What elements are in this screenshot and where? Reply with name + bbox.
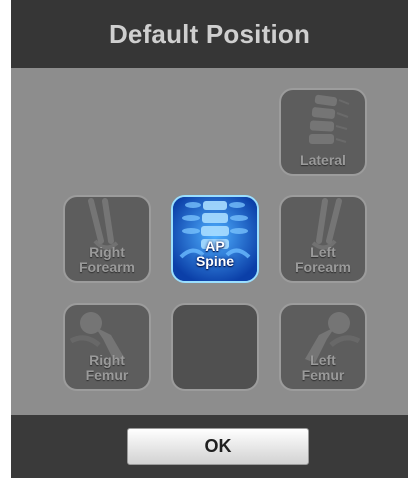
position-grid: Lateral Right Forearm AP Spine Left Fore…: [11, 68, 408, 415]
tile-label: AP Spine: [195, 238, 235, 269]
title-bar: Default Position: [11, 0, 408, 68]
tile-label: Right Forearm: [78, 244, 136, 275]
dialog-title: Default Position: [108, 18, 311, 49]
dialog-footer: OK: [11, 415, 408, 478]
tile-label: Left Forearm: [294, 244, 352, 275]
default-position-dialog: Default Position Lateral Right Forearm A…: [11, 0, 408, 478]
tile-left-forearm[interactable]: Left Forearm: [279, 195, 367, 283]
tile-empty[interactable]: [171, 303, 259, 391]
tile-label: Lateral: [300, 152, 346, 168]
tile-right-femur[interactable]: Right Femur: [63, 303, 151, 391]
tile-right-forearm[interactable]: Right Forearm: [63, 195, 151, 283]
tile-ap-spine[interactable]: AP Spine: [171, 195, 259, 283]
tile-lateral[interactable]: Lateral: [279, 88, 367, 176]
tile-label: Left Femur: [301, 352, 345, 383]
tile-left-femur[interactable]: Left Femur: [279, 303, 367, 391]
ok-button[interactable]: OK: [127, 428, 309, 465]
tile-label: Right Femur: [85, 352, 129, 383]
